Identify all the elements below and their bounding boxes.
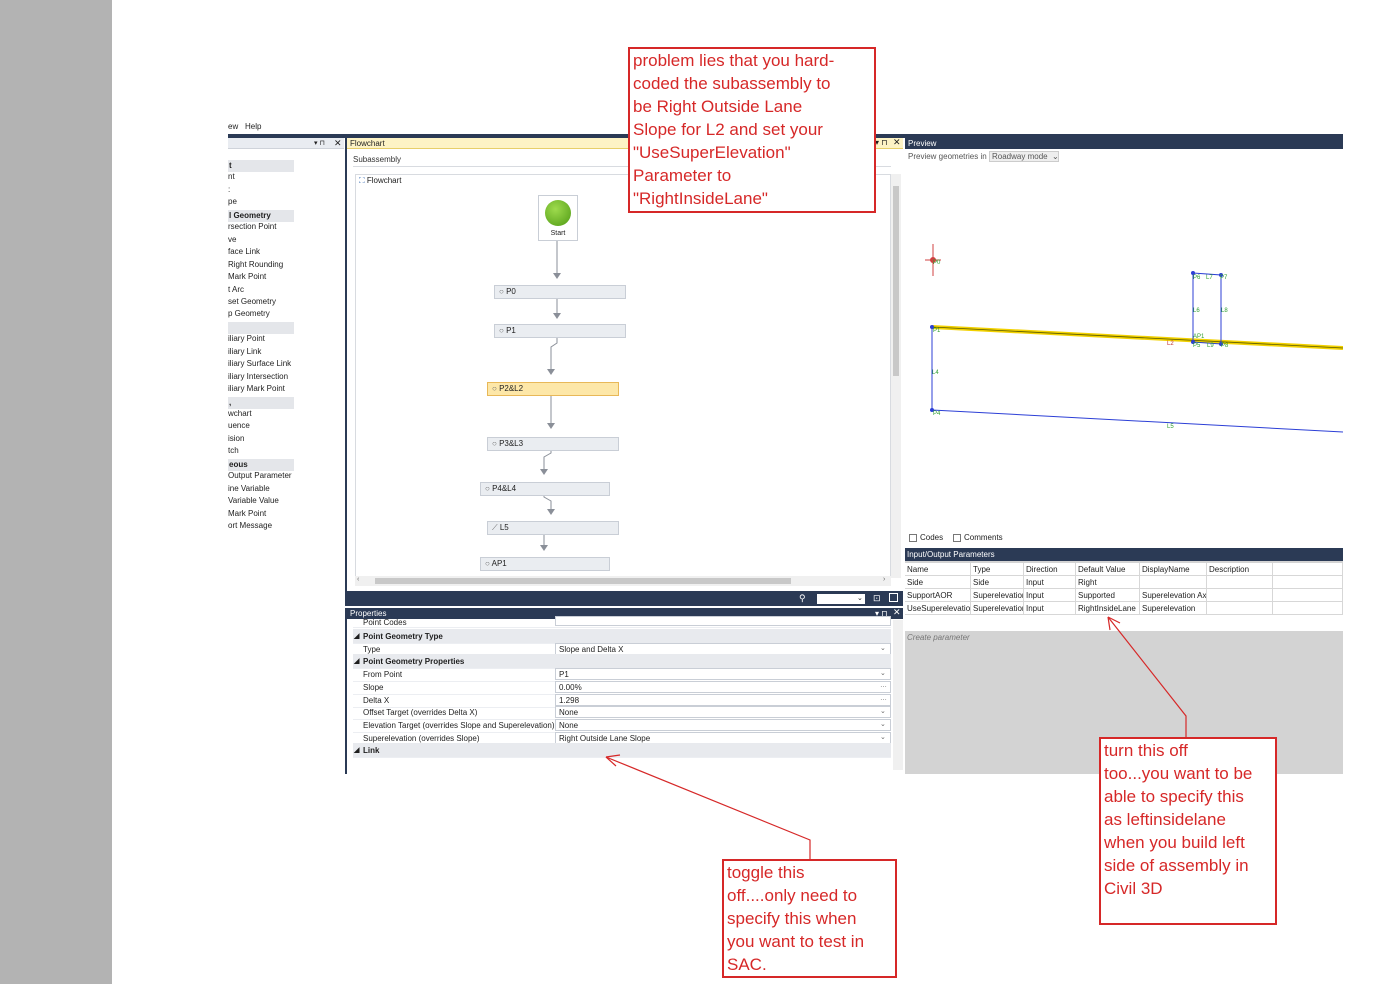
annotation-line: off....only need to	[727, 886, 858, 905]
annotation-line: SAC.	[727, 955, 767, 974]
annotation-line: toggle this	[727, 863, 805, 882]
annotation-line: able to specify this	[1104, 787, 1244, 806]
annotation-line: "RightInsideLane"	[633, 189, 768, 208]
annotation-line: too...you want to be	[1104, 764, 1253, 783]
annotation-line: problem lies that you hard-	[633, 51, 835, 70]
annotation-line: turn this off	[1104, 741, 1188, 760]
annotation-line: coded the subassembly to	[633, 74, 831, 93]
annotation-line: when you build left	[1104, 833, 1245, 852]
annotation-line: Parameter to	[633, 166, 732, 185]
annotation-line: specify this when	[727, 909, 857, 928]
annotation-bottom-center: toggle this off....only need to specify th…	[722, 859, 897, 978]
annotation-bottom-right: turn this off too...you want to be able to…	[1099, 737, 1277, 925]
annotation-line: as leftinsidelane	[1104, 810, 1226, 829]
annotation-top: problem lies that you hard-coded the sub…	[628, 47, 876, 213]
annotation-line: you want to test in	[727, 932, 865, 951]
annotation-line: "UseSuperElevation"	[633, 143, 791, 162]
annotation-line: Slope for L2 and set your	[633, 120, 823, 139]
annotation-line: Civil 3D	[1104, 879, 1163, 898]
annotation-line: side of assembly in	[1104, 856, 1249, 875]
annotation-line: be Right Outside Lane	[633, 97, 803, 116]
